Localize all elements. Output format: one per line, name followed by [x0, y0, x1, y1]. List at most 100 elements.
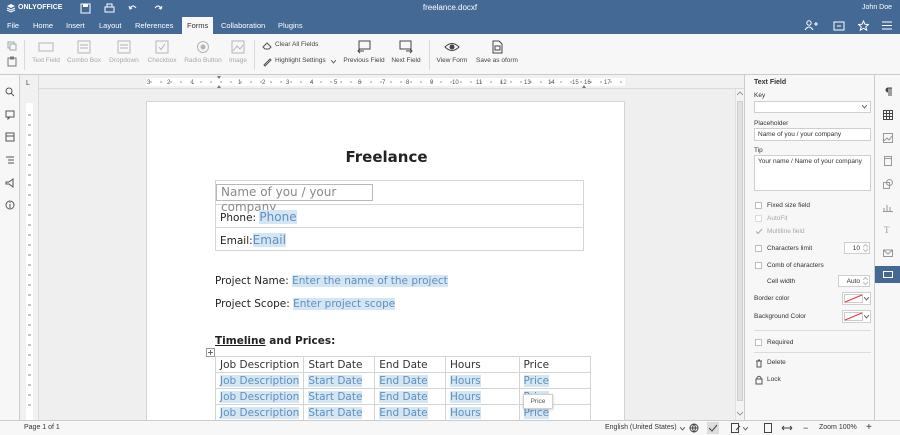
clear-all-fields-button[interactable]: Clear All Fields — [262, 40, 342, 52]
tab-insert[interactable]: Insert — [61, 17, 90, 34]
text-field-button[interactable]: Text Field — [30, 40, 62, 64]
company-name-field[interactable]: Name of you / your company — [216, 184, 373, 214]
delete-button[interactable]: Delete — [754, 358, 814, 370]
tip-textarea[interactable]: Your name / Name of your company — [754, 155, 871, 191]
table-settings-icon[interactable] — [883, 110, 893, 120]
paste-icon[interactable] — [7, 56, 17, 67]
table-move-handle-icon[interactable] — [206, 348, 215, 357]
page-indicator[interactable]: Page 1 of 1 — [24, 424, 60, 431]
open-location-icon[interactable] — [833, 20, 845, 31]
zoom-in-button[interactable]: + — [866, 422, 872, 433]
scroll-thumb[interactable] — [737, 101, 743, 401]
search-icon[interactable] — [5, 87, 15, 97]
next-field-button[interactable]: Next Field — [389, 40, 423, 64]
highlight-settings-button[interactable]: Highlight Settings — [262, 56, 342, 68]
fixed-size-checkbox[interactable] — [755, 202, 762, 209]
project-scope-field[interactable]: Enter project scope — [293, 298, 396, 310]
required-checkbox[interactable] — [755, 339, 762, 346]
characters-limit-input[interactable]: 10 — [844, 242, 870, 254]
end-date-field[interactable]: End Date — [379, 374, 428, 387]
job-description-field[interactable]: Job Description — [220, 406, 300, 419]
mail-merge-icon[interactable] — [883, 248, 893, 258]
job-description-field[interactable]: Job Description — [220, 390, 300, 403]
hours-field[interactable]: Hours — [450, 406, 481, 419]
job-description-field[interactable]: Job Description — [220, 374, 300, 387]
tab-plugins[interactable]: Plugins — [273, 17, 308, 34]
checkmark-icon[interactable] — [755, 228, 763, 235]
scroll-up-icon[interactable] — [737, 91, 743, 96]
save-icon[interactable] — [80, 3, 91, 14]
radio-button-button[interactable]: Radio Button — [182, 40, 224, 64]
shape-settings-icon[interactable] — [883, 179, 893, 189]
paragraph-settings-icon[interactable] — [883, 87, 893, 97]
border-color-picker[interactable] — [842, 292, 871, 305]
text-art-icon[interactable]: T — [883, 225, 893, 235]
start-date-field[interactable]: Start Date — [308, 374, 363, 387]
characters-limit-checkbox[interactable] — [755, 245, 762, 252]
start-date-field[interactable]: Start Date — [308, 390, 363, 403]
start-date-field[interactable]: Start Date — [308, 406, 363, 419]
spinner-icon[interactable] — [863, 244, 868, 252]
tab-layout[interactable]: Layout — [94, 17, 127, 34]
price-field[interactable]: Price — [523, 374, 550, 387]
spellcheck-icon[interactable] — [707, 422, 719, 434]
form-settings-tab[interactable] — [875, 266, 900, 283]
tab-file[interactable]: File — [2, 17, 24, 34]
end-date-field[interactable]: End Date — [379, 406, 428, 419]
track-changes-icon[interactable] — [731, 423, 741, 433]
hours-field[interactable]: Hours — [450, 390, 481, 403]
horizontal-ruler[interactable]: 3 2 1 1 2 3 4 5 6 7 8 9 10 11 12 13 14 1… — [39, 75, 744, 89]
favorite-star-icon[interactable] — [858, 20, 869, 31]
hamburger-menu-icon[interactable] — [882, 21, 892, 30]
undo-icon[interactable] — [128, 4, 138, 13]
feedback-icon[interactable] — [5, 178, 15, 188]
chart-settings-icon[interactable] — [883, 202, 893, 212]
headings-icon[interactable] — [5, 155, 15, 165]
copy-icon[interactable] — [7, 41, 17, 51]
email-field[interactable]: Email — [252, 233, 286, 247]
vertical-ruler[interactable]: L — [20, 75, 39, 420]
spinner-icon[interactable] — [863, 277, 868, 285]
tab-home[interactable]: Home — [28, 17, 58, 34]
scroll-down-icon[interactable] — [737, 411, 743, 416]
image-button[interactable]: Image — [226, 40, 250, 64]
end-date-field[interactable]: End Date — [379, 390, 428, 403]
redo-icon[interactable] — [153, 4, 163, 13]
zoom-level[interactable]: Zoom 100% — [819, 424, 857, 431]
background-color-picker[interactable] — [842, 310, 871, 323]
cell-width-input[interactable]: Auto — [838, 275, 870, 287]
key-select[interactable] — [754, 101, 871, 113]
about-info-icon[interactable] — [5, 200, 15, 210]
previous-field-button[interactable]: Previous Field — [343, 40, 385, 64]
hours-field[interactable]: Hours — [450, 374, 481, 387]
document-page[interactable]: Freelance Name of you / your company Pho… — [146, 101, 625, 420]
add-user-icon[interactable] — [804, 20, 818, 31]
comb-checkbox[interactable] — [755, 262, 762, 269]
comments-icon[interactable] — [5, 110, 15, 120]
header-footer-icon[interactable] — [883, 156, 893, 166]
lock-button[interactable]: Lock — [754, 375, 814, 387]
fit-width-icon[interactable] — [781, 423, 793, 433]
project-name-field[interactable]: Enter the name of the project — [292, 275, 448, 287]
checkbox-button[interactable]: Checkbox — [144, 40, 180, 64]
autofit-checkbox[interactable] — [755, 215, 762, 222]
tab-collaboration[interactable]: Collaboration — [216, 17, 270, 34]
dropdown-button[interactable]: Dropdown — [106, 40, 142, 64]
zoom-out-button[interactable]: − — [803, 423, 808, 433]
user-name[interactable]: John Doe — [862, 4, 892, 11]
navigation-icon[interactable] — [5, 132, 15, 142]
language-selector[interactable]: English (United States) — [605, 424, 677, 431]
placeholder-input[interactable]: Name of you / your company — [754, 128, 871, 141]
globe-icon[interactable] — [689, 423, 699, 433]
image-settings-icon[interactable] — [883, 133, 893, 143]
view-form-button[interactable]: View Form — [434, 40, 470, 64]
fit-page-icon[interactable] — [763, 423, 773, 433]
vertical-scrollbar[interactable] — [735, 89, 744, 420]
print-icon[interactable] — [104, 3, 115, 14]
save-as-oform-button[interactable]: Save as oform — [472, 40, 522, 64]
phone-field[interactable]: Phone — [259, 210, 297, 224]
tab-forms[interactable]: Forms — [182, 17, 214, 34]
tab-references[interactable]: References — [130, 17, 178, 34]
combo-box-button[interactable]: Combo Box — [64, 40, 104, 64]
document-canvas[interactable]: Freelance Name of you / your company Pho… — [39, 89, 744, 420]
